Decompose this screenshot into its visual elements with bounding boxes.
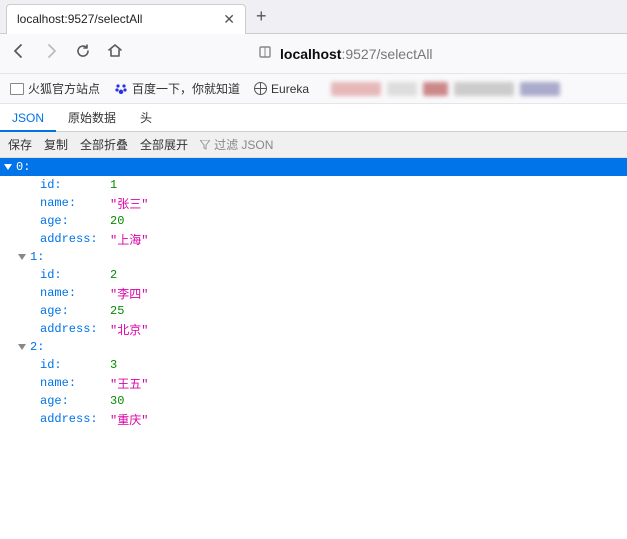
json-property[interactable]: id1 (0, 176, 627, 194)
copy-button[interactable]: 复制 (44, 136, 68, 153)
bookmark-baidu[interactable]: 百度一下，你就知道 (114, 80, 240, 97)
json-key: name (40, 376, 110, 390)
bookmark-label: Eureka (271, 82, 309, 96)
json-toolbar: 保存 复制 全部折叠 全部展开 过滤 JSON (0, 132, 627, 158)
json-value: 20 (110, 214, 124, 228)
json-property[interactable]: id3 (0, 356, 627, 374)
collapse-all-button[interactable]: 全部折叠 (80, 136, 128, 153)
json-key: id (40, 178, 110, 192)
json-property[interactable]: address"上海" (0, 230, 627, 248)
json-key: age (40, 304, 110, 318)
json-key: id (40, 358, 110, 372)
json-property[interactable]: address"北京" (0, 320, 627, 338)
bookmark-label: 火狐官方站点 (28, 80, 100, 97)
blurred-bookmarks (331, 82, 560, 96)
nav-bar: localhost:9527/selectAll (0, 34, 627, 74)
triangle-down-icon[interactable] (18, 344, 26, 350)
new-tab-button[interactable]: + (246, 6, 277, 27)
forward-icon (42, 42, 60, 65)
json-key: name (40, 196, 110, 210)
globe-icon (254, 82, 267, 95)
json-key: address (40, 322, 110, 336)
tab-json[interactable]: JSON (0, 104, 56, 132)
folder-icon (10, 83, 24, 95)
baidu-icon (114, 82, 128, 96)
view-tabs: JSON 原始数据 头 (0, 104, 627, 132)
json-value: 25 (110, 304, 124, 318)
lock-icon (258, 45, 272, 62)
filter-placeholder: 过滤 JSON (214, 136, 273, 153)
json-array-item[interactable]: 0: (0, 158, 627, 176)
json-value: "王五" (110, 375, 148, 392)
json-key: name (40, 286, 110, 300)
filter-input[interactable]: 过滤 JSON (200, 136, 273, 153)
home-icon[interactable] (106, 42, 124, 65)
funnel-icon (200, 140, 210, 150)
json-property[interactable]: name"李四" (0, 284, 627, 302)
address-bar[interactable]: localhost:9527/selectAll (258, 45, 433, 62)
json-property[interactable]: name"王五" (0, 374, 627, 392)
json-index: 2: (30, 340, 44, 354)
json-index: 0: (16, 160, 30, 174)
json-key: id (40, 268, 110, 282)
bookmark-firefox[interactable]: 火狐官方站点 (10, 80, 100, 97)
browser-tab-strip: localhost:9527/selectAll ✕ + (0, 0, 627, 34)
triangle-down-icon[interactable] (18, 254, 26, 260)
json-index: 1: (30, 250, 44, 264)
json-value: 3 (110, 358, 117, 372)
json-value: "张三" (110, 195, 148, 212)
json-value: "北京" (110, 321, 148, 338)
close-icon[interactable]: ✕ (223, 11, 235, 28)
json-value: "上海" (110, 231, 148, 248)
browser-tab-active[interactable]: localhost:9527/selectAll ✕ (6, 4, 246, 34)
json-value: 30 (110, 394, 124, 408)
json-array-item[interactable]: 2: (0, 338, 627, 356)
json-value: "重庆" (110, 411, 148, 428)
tab-headers[interactable]: 头 (128, 104, 164, 132)
back-icon[interactable] (10, 42, 28, 65)
save-button[interactable]: 保存 (8, 136, 32, 153)
json-value: "李四" (110, 285, 148, 302)
json-property[interactable]: name"张三" (0, 194, 627, 212)
json-viewer: 0: id1 name"张三" age20 address"上海" 1: id2… (0, 158, 627, 428)
json-property[interactable]: age30 (0, 392, 627, 410)
json-property[interactable]: age25 (0, 302, 627, 320)
json-value: 1 (110, 178, 117, 192)
bookmark-eureka[interactable]: Eureka (254, 82, 309, 96)
json-property[interactable]: id2 (0, 266, 627, 284)
bookmarks-bar: 火狐官方站点 百度一下，你就知道 Eureka (0, 74, 627, 104)
bookmark-label: 百度一下，你就知道 (132, 80, 240, 97)
url-text: localhost:9527/selectAll (280, 46, 433, 62)
json-key: address (40, 412, 110, 426)
json-property[interactable]: address"重庆" (0, 410, 627, 428)
json-key: address (40, 232, 110, 246)
json-array-item[interactable]: 1: (0, 248, 627, 266)
triangle-down-icon[interactable] (4, 164, 12, 170)
json-key: age (40, 214, 110, 228)
tab-title: localhost:9527/selectAll (17, 12, 142, 26)
expand-all-button[interactable]: 全部展开 (140, 136, 188, 153)
json-property[interactable]: age20 (0, 212, 627, 230)
json-key: age (40, 394, 110, 408)
reload-icon[interactable] (74, 43, 92, 64)
json-value: 2 (110, 268, 117, 282)
tab-raw[interactable]: 原始数据 (56, 104, 128, 132)
